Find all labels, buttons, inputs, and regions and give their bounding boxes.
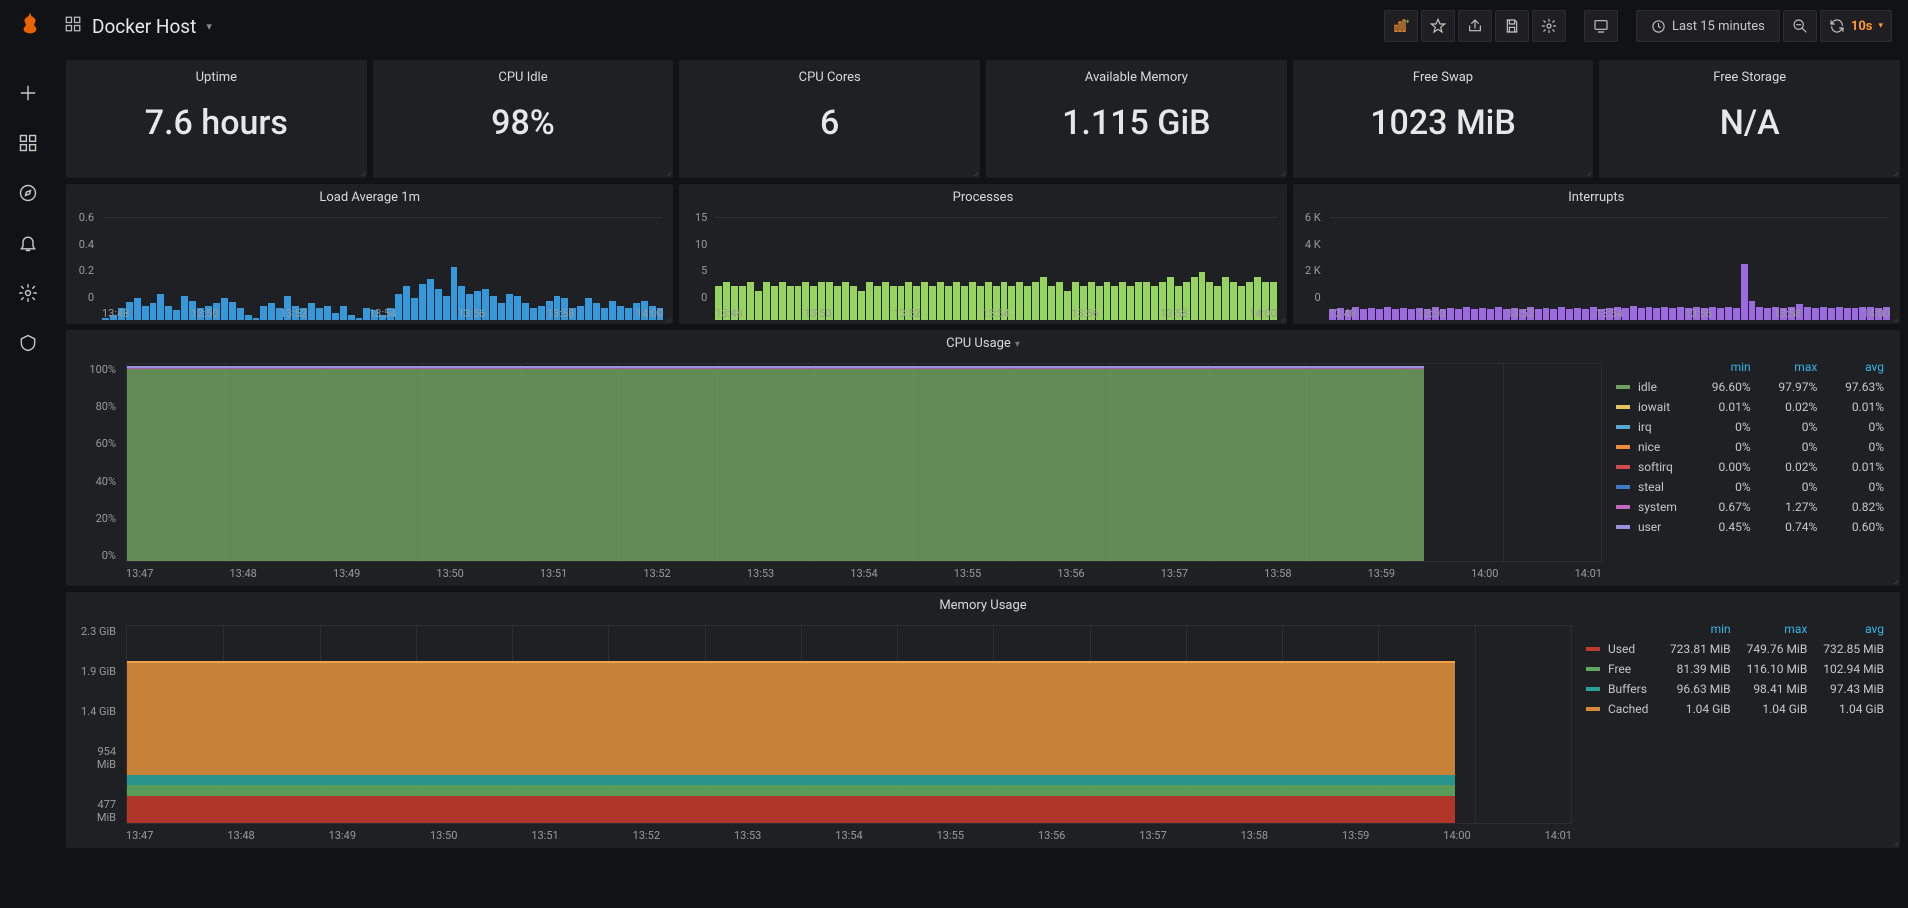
mini-bar-panel: Processes05101513:4813:5013:5213:5413:56… <box>679 184 1286 324</box>
share-dashboard-button[interactable] <box>1458 10 1492 42</box>
stat-title: CPU Idle <box>498 70 547 85</box>
legend-series[interactable]: Cached <box>1580 699 1660 719</box>
singlestat-panel: Uptime 7.6 hours <box>66 60 367 178</box>
create-icon[interactable] <box>17 82 39 104</box>
add-panel-button[interactable] <box>1384 10 1418 42</box>
legend-series[interactable]: nice <box>1610 437 1690 457</box>
dashboards-icon[interactable] <box>17 132 39 154</box>
stat-title: Uptime <box>196 70 237 85</box>
panel-resize-handle[interactable] <box>1890 314 1900 324</box>
panel-title-cpu-usage[interactable]: CPU Usage▾ <box>66 330 1900 357</box>
singlestat-panel: CPU Idle 98% <box>373 60 674 178</box>
alerting-icon[interactable] <box>17 232 39 254</box>
legend-series[interactable]: user <box>1610 517 1690 537</box>
cpu-usage-chart[interactable]: 0%20%40%60%80%100% 13:4713:4813:4913:501… <box>78 357 1602 586</box>
stat-title: Free Swap <box>1413 70 1473 85</box>
dashboard-icon <box>64 15 82 37</box>
panel-title-memory-usage[interactable]: Memory Usage <box>66 592 1900 619</box>
legend-series[interactable]: iowait <box>1610 397 1690 417</box>
panel-title[interactable]: Load Average 1m <box>66 184 673 207</box>
panel-resize-handle[interactable] <box>1890 838 1900 848</box>
stat-value: N/A <box>1720 103 1780 143</box>
stat-value: 1023 MiB <box>1370 103 1516 143</box>
panel-title[interactable]: Interrupts <box>1293 184 1900 207</box>
mini-bar-panel: Load Average 1m00.20.40.613:4813:5013:52… <box>66 184 673 324</box>
panel-resize-handle[interactable] <box>970 168 980 178</box>
panel-resize-handle[interactable] <box>1583 168 1593 178</box>
star-dashboard-button[interactable] <box>1421 10 1455 42</box>
stat-value: 6 <box>820 103 839 143</box>
stat-title: CPU Cores <box>799 70 861 85</box>
panel-memory-usage: Memory Usage 477 MiB954 MiB1.4 GiB1.9 Gi… <box>66 592 1900 848</box>
stat-value: 98% <box>491 103 555 143</box>
cpu-usage-legend: minmaxavgidle96.60%97.97%97.63%iowait0.0… <box>1610 357 1890 586</box>
panel-resize-handle[interactable] <box>357 168 367 178</box>
time-range-picker[interactable]: Last 15 minutes <box>1636 10 1780 42</box>
legend-series[interactable]: steal <box>1610 477 1690 497</box>
grafana-logo-icon[interactable] <box>16 12 44 40</box>
legend-series[interactable]: Buffers <box>1580 679 1660 699</box>
legend-series[interactable]: softirq <box>1610 457 1690 477</box>
dashboard-settings-button[interactable] <box>1532 10 1566 42</box>
panel-title[interactable]: Processes <box>679 184 1286 207</box>
panel-cpu-usage: CPU Usage▾ 0%20%40%60%80%100% 13:4713:48… <box>66 330 1900 586</box>
refresh-interval-label: 10s <box>1851 19 1873 34</box>
legend-series[interactable]: idle <box>1610 377 1690 397</box>
singlestat-panel: CPU Cores 6 <box>679 60 980 178</box>
mini-bar-chart[interactable]: 00.20.40.613:4813:5013:5213:5413:5613:58… <box>66 207 673 324</box>
mini-bar-chart[interactable]: 02 K4 K6 K13:4813:5013:5213:5413:5613:58… <box>1293 207 1900 324</box>
singlestat-panel: Free Swap 1023 MiB <box>1293 60 1594 178</box>
legend-series[interactable]: system <box>1610 497 1690 517</box>
mini-bar-chart[interactable]: 05101513:4813:5013:5213:5413:5613:5814:0… <box>679 207 1286 324</box>
dashboard-picker[interactable]: Docker Host ▾ <box>64 15 212 38</box>
panel-resize-handle[interactable] <box>1890 168 1900 178</box>
server-admin-icon[interactable] <box>17 332 39 354</box>
singlestat-panel: Free Storage N/A <box>1599 60 1900 178</box>
legend-series[interactable]: irq <box>1610 417 1690 437</box>
stat-title: Free Storage <box>1713 70 1786 85</box>
panel-resize-handle[interactable] <box>663 314 673 324</box>
legend-series[interactable]: Free <box>1580 659 1660 679</box>
singlestat-panel: Available Memory 1.115 GiB <box>986 60 1287 178</box>
time-range-label: Last 15 minutes <box>1672 19 1765 34</box>
panel-resize-handle[interactable] <box>1890 576 1900 586</box>
cycle-view-mode-button[interactable] <box>1584 10 1618 42</box>
refresh-button[interactable]: 10s ▾ <box>1820 10 1892 42</box>
stat-value: 1.115 GiB <box>1062 103 1210 143</box>
save-dashboard-button[interactable] <box>1495 10 1529 42</box>
zoom-out-button[interactable] <box>1783 10 1817 42</box>
chevron-down-icon: ▾ <box>206 20 212 33</box>
chevron-down-icon: ▾ <box>1878 21 1883 31</box>
memory-usage-legend: minmaxavgUsed723.81 MiB749.76 MiB732.85 … <box>1580 619 1890 848</box>
explore-icon[interactable] <box>17 182 39 204</box>
stat-title: Available Memory <box>1085 70 1188 85</box>
dashboard-title: Docker Host <box>92 15 196 38</box>
memory-usage-chart[interactable]: 477 MiB954 MiB1.4 GiB1.9 GiB2.3 GiB 13:4… <box>78 619 1572 848</box>
panel-resize-handle[interactable] <box>1277 314 1287 324</box>
mini-bar-panel: Interrupts02 K4 K6 K13:4813:5013:5213:54… <box>1293 184 1900 324</box>
legend-series[interactable]: Used <box>1580 639 1660 659</box>
panel-resize-handle[interactable] <box>1277 168 1287 178</box>
chevron-down-icon: ▾ <box>1015 339 1020 350</box>
panel-resize-handle[interactable] <box>663 168 673 178</box>
stat-value: 7.6 hours <box>145 103 288 143</box>
configuration-icon[interactable] <box>17 282 39 304</box>
